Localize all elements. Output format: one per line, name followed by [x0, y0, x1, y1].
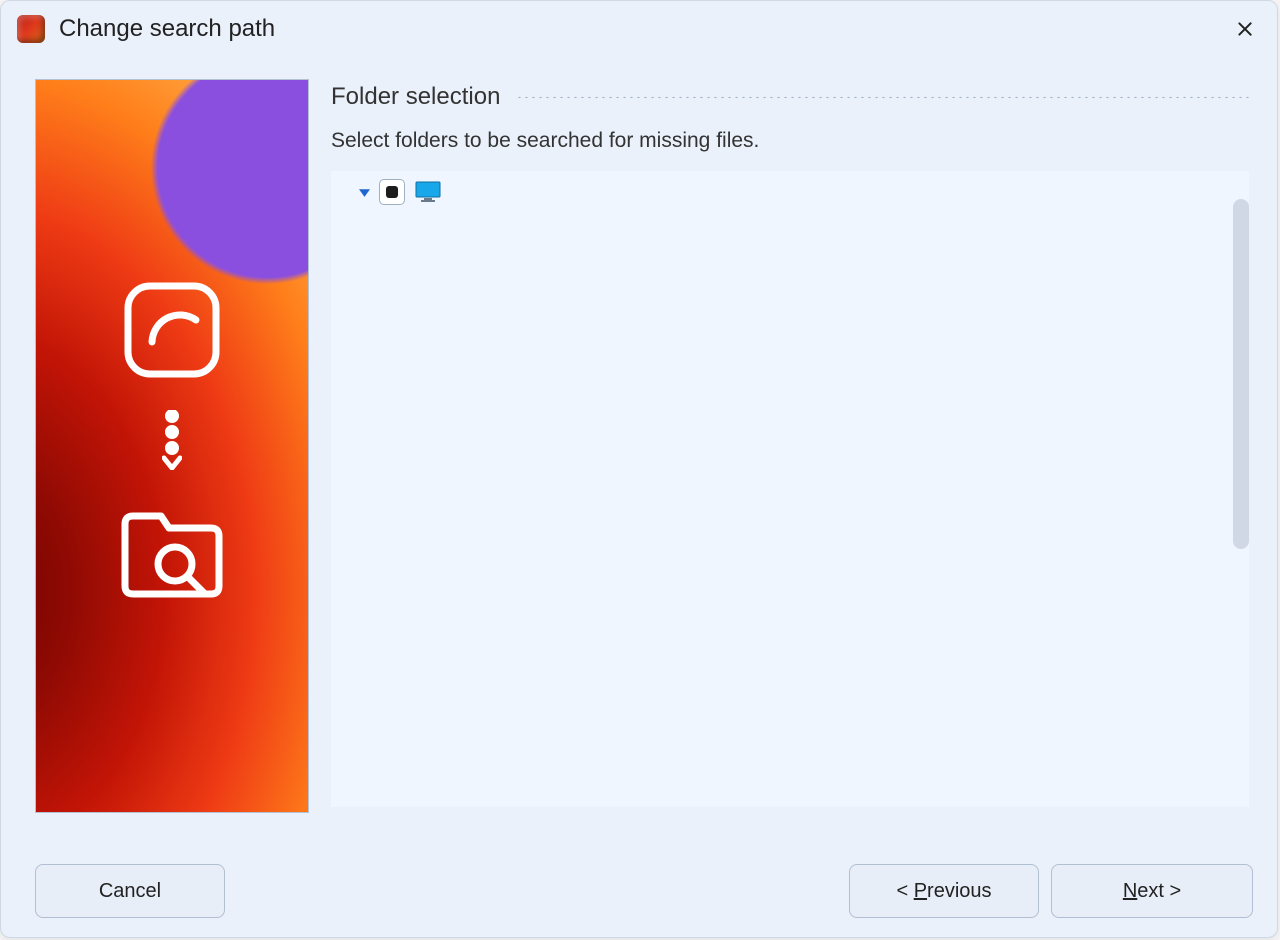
section-title: Folder selection	[331, 83, 500, 111]
dialog-window: Change search path	[0, 0, 1278, 938]
section-divider	[516, 96, 1249, 98]
folder-tree[interactable]	[331, 171, 1249, 807]
previous-button[interactable]: < Previous	[849, 864, 1039, 918]
collapse-icon[interactable]	[355, 185, 373, 199]
arrow-dots-icon	[162, 410, 182, 470]
image-rounded-icon	[122, 280, 222, 380]
section-header: Folder selection	[331, 83, 1249, 111]
close-icon	[1237, 21, 1253, 37]
cancel-label: Cancel	[99, 880, 161, 903]
tree-node-this_pc[interactable]	[331, 175, 1249, 209]
scrollbar-thumb[interactable]	[1233, 199, 1249, 549]
tree-label[interactable]	[449, 190, 461, 194]
window-title: Change search path	[59, 15, 275, 43]
cancel-button[interactable]: Cancel	[35, 864, 225, 918]
next-button[interactable]: Next >	[1051, 864, 1253, 918]
checkbox[interactable]	[379, 179, 405, 205]
close-button[interactable]	[1223, 9, 1267, 49]
instruction-text: Select folders to be searched for missin…	[331, 129, 1249, 153]
monitor-icon	[415, 181, 441, 203]
folder-search-icon	[117, 500, 227, 600]
next-label: Next >	[1123, 880, 1181, 903]
title-bar: Change search path	[1, 1, 1277, 57]
previous-label: < Previous	[896, 880, 991, 903]
app-icon	[17, 15, 45, 43]
wizard-footer: Cancel < Previous Next >	[1, 845, 1277, 937]
wizard-hero-image	[35, 79, 309, 813]
